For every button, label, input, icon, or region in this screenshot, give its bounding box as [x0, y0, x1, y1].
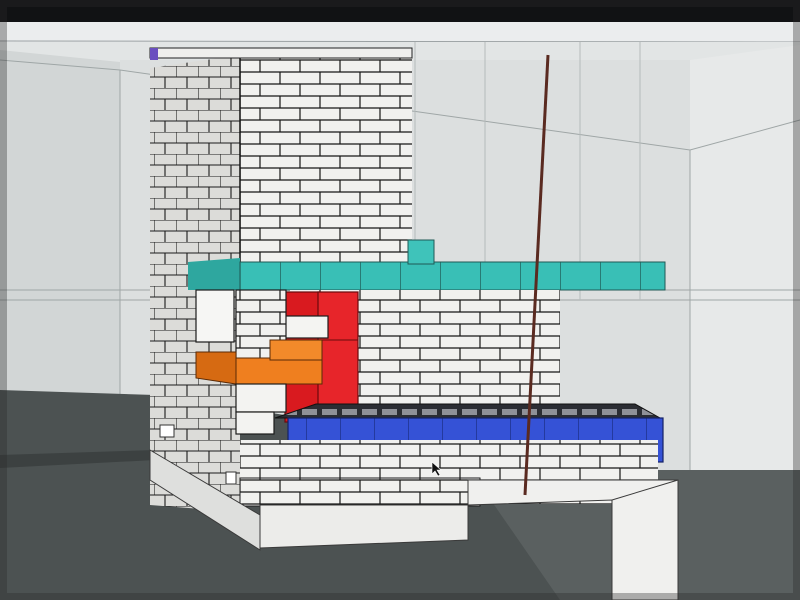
teal-band-front: [239, 261, 666, 291]
chimney-top-cap: [149, 47, 413, 59]
chimney-purple-corner: [150, 48, 158, 60]
orange-block-front: [235, 357, 323, 385]
orange-block-side: [195, 351, 237, 385]
side-marker: [159, 424, 175, 438]
base-bottom-course: [239, 477, 481, 507]
side-marker-2: [225, 471, 237, 485]
white-brick-low: [235, 383, 287, 413]
orange-block-tip: [269, 339, 323, 361]
white-brick-large: [195, 289, 235, 343]
white-brick-low2: [235, 411, 275, 435]
plinth-top: [259, 504, 469, 549]
chimney-side-face: [150, 55, 240, 270]
teal-band-side: [188, 258, 240, 290]
window-title-strip: [0, 22, 800, 42]
teal-step: [407, 239, 435, 265]
chimney-front-face: [240, 55, 412, 262]
grate: [274, 403, 662, 419]
viewport-photo: [0, 0, 800, 600]
